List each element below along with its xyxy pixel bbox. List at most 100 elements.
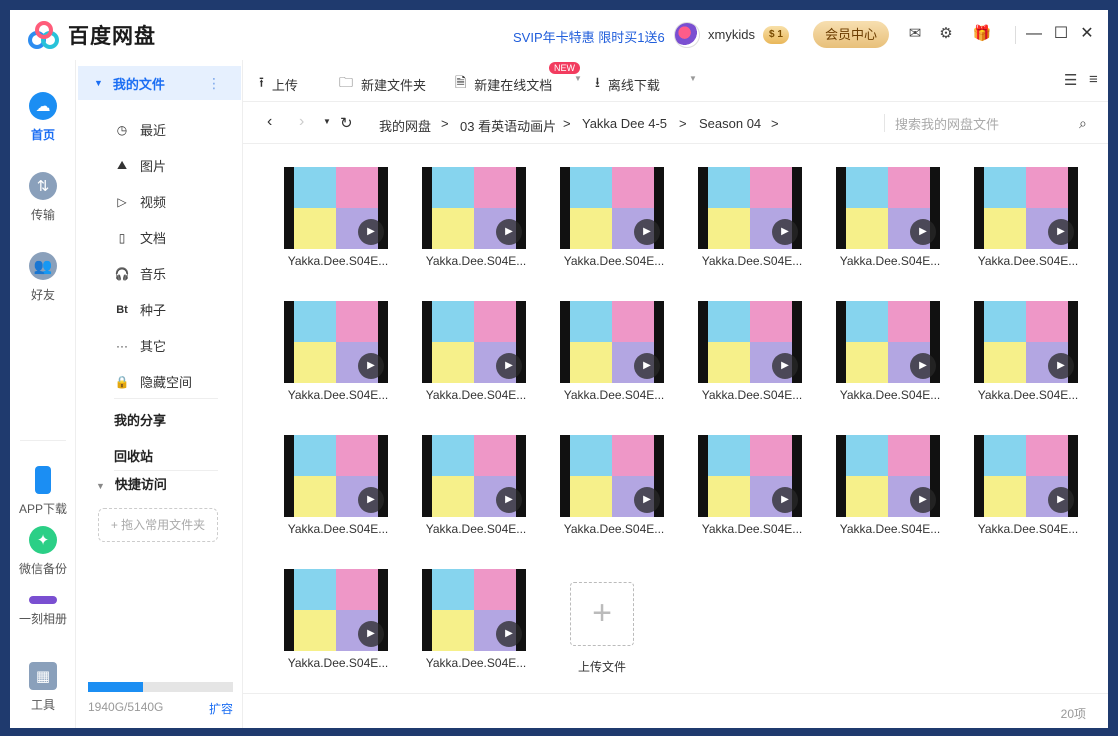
rail-label: 好友 (30, 288, 55, 302)
file-tile[interactable]: ▶ Yakka.Dee.S04E... (828, 288, 940, 412)
play-icon[interactable]: ▶ (910, 487, 936, 513)
upload-file-label: 上传文件 (577, 660, 626, 674)
new-online-doc-button[interactable]: 🗎 新建在线文档 (455, 72, 552, 96)
baidu-netdisk-logo-icon (28, 21, 62, 49)
nav-quick-access[interactable]: ▼ 快捷访问 (96, 474, 167, 493)
list-view-icon[interactable]: ≡ (1089, 71, 1098, 88)
play-icon[interactable]: ▶ (634, 353, 660, 379)
svip-level-badge[interactable]: $ 1 (763, 26, 789, 44)
rail-item-album[interactable]: 一刻相册 (10, 586, 76, 627)
play-icon[interactable]: ▶ (634, 487, 660, 513)
chevron-down-icon[interactable]: ▼ (574, 74, 582, 83)
breadcrumb-item[interactable]: 03 看英语动画片 (460, 116, 556, 135)
file-name: Yakka.Dee.S04E... (839, 254, 941, 268)
search-icon[interactable]: ⌕ (1079, 115, 1087, 132)
file-tile[interactable]: ▶ Yakka.Dee.S04E... (414, 556, 526, 680)
expand-storage-link[interactable]: 扩容 (209, 700, 233, 717)
upload-file-tile[interactable]: + (570, 582, 634, 646)
play-icon[interactable]: ▶ (496, 219, 522, 245)
nav-sub-item[interactable]: ◷ 最近 (114, 120, 166, 139)
play-icon[interactable]: ▶ (634, 219, 660, 245)
search-input[interactable] (895, 112, 1075, 136)
file-tile[interactable]: ▶ Yakka.Dee.S04E... (552, 154, 664, 278)
close-button[interactable]: ✕ (1075, 22, 1099, 46)
rail-item-transfer[interactable]: ⇅ 传输 (10, 172, 76, 223)
file-tile[interactable]: ▶ Yakka.Dee.S04E... (552, 422, 664, 546)
forward-arrow-icon[interactable]: › (299, 113, 304, 131)
file-tile[interactable]: ▶ Yakka.Dee.S04E... (966, 288, 1078, 412)
file-tile[interactable]: ▶ Yakka.Dee.S04E... (690, 422, 802, 546)
play-icon[interactable]: ▶ (1048, 487, 1074, 513)
file-tile[interactable]: ▶ Yakka.Dee.S04E... (414, 422, 526, 546)
play-icon[interactable]: ▶ (358, 621, 384, 647)
rail-item-tools[interactable]: ▦ 工具 (10, 662, 76, 713)
video-thumbnail: ▶ (836, 167, 940, 249)
play-icon[interactable]: ▶ (496, 353, 522, 379)
upload-button[interactable]: ⭱ 上传 (259, 72, 298, 96)
chevron-down-icon[interactable]: ▼ (689, 74, 697, 83)
headphones-icon: 🎧 (114, 266, 130, 281)
file-tile[interactable]: ▶ Yakka.Dee.S04E... (966, 422, 1078, 546)
play-icon[interactable]: ▶ (772, 487, 798, 513)
nav-sub-item[interactable]: 🔒 隐藏空间 (114, 372, 193, 391)
nav-my-share[interactable]: 我的分享 (114, 410, 166, 429)
play-icon[interactable]: ▶ (358, 487, 384, 513)
username[interactable]: xmykids (708, 27, 755, 42)
nav-sub-item[interactable]: ▷ 视频 (114, 192, 166, 211)
nav-my-files[interactable]: ▼ 我的文件 ⋮ (78, 66, 241, 100)
play-icon[interactable]: ▶ (772, 219, 798, 245)
sort-icon[interactable]: ☰ (1064, 71, 1077, 89)
rail-item-home[interactable]: ☁ 首页 (10, 92, 76, 143)
nav-sub-item[interactable]: Bt 种子 (114, 300, 166, 319)
play-icon[interactable]: ▶ (772, 353, 798, 379)
file-tile[interactable]: ▶ Yakka.Dee.S04E... (828, 422, 940, 546)
play-icon[interactable]: ▶ (1048, 353, 1074, 379)
play-icon[interactable]: ▶ (910, 353, 936, 379)
file-tile[interactable]: ▶ Yakka.Dee.S04E... (276, 288, 388, 412)
breadcrumb-item[interactable]: Season 04 (699, 116, 761, 131)
quick-access-drop-zone[interactable]: + 拖入常用文件夹 (98, 508, 218, 542)
file-tile[interactable]: ▶ Yakka.Dee.S04E... (690, 288, 802, 412)
file-tile[interactable]: ▶ Yakka.Dee.S04E... (276, 556, 388, 680)
more-vertical-icon[interactable]: ⋮ (207, 75, 221, 92)
mail-icon[interactable]: ✉ (905, 24, 925, 44)
play-icon[interactable]: ▶ (358, 353, 384, 379)
minimize-button[interactable]: — (1022, 22, 1046, 46)
nav-sub-item[interactable]: 🎧 音乐 (114, 264, 167, 283)
nav-sub-item[interactable]: ··· 其它 (114, 336, 166, 355)
nav-sub-item[interactable]: ⛰ 图片 (114, 156, 166, 175)
settings-gear-icon[interactable]: ⚙ (936, 24, 956, 44)
back-arrow-icon[interactable]: ‹ (267, 113, 272, 131)
file-tile[interactable]: ▶ Yakka.Dee.S04E... (276, 154, 388, 278)
file-tile[interactable]: ▶ Yakka.Dee.S04E... (828, 154, 940, 278)
offline-download-button[interactable]: ⭳ 离线下载 (595, 72, 660, 96)
breadcrumb-item[interactable]: Yakka Dee 4-5 (582, 116, 667, 131)
play-icon[interactable]: ▶ (910, 219, 936, 245)
nav-recycle-bin[interactable]: 回收站 (114, 446, 153, 465)
breadcrumb-item[interactable]: 我的网盘 (379, 116, 431, 135)
rail-label: 工具 (30, 698, 55, 712)
maximize-button[interactable]: ☐ (1049, 22, 1073, 46)
nav-sub-item[interactable]: ▯ 文档 (114, 228, 166, 247)
file-tile[interactable]: ▶ Yakka.Dee.S04E... (414, 154, 526, 278)
refresh-icon[interactable]: ↻ (340, 114, 353, 132)
play-icon[interactable]: ▶ (496, 487, 522, 513)
file-tile[interactable]: ▶ Yakka.Dee.S04E... (552, 288, 664, 412)
rail-divider (20, 440, 66, 441)
rail-item-wechat-backup[interactable]: ✦ 微信备份 (10, 526, 76, 577)
new-folder-button[interactable]: 🗀 新建文件夹 (339, 72, 426, 96)
file-tile[interactable]: ▶ Yakka.Dee.S04E... (414, 288, 526, 412)
play-icon[interactable]: ▶ (1048, 219, 1074, 245)
file-tile[interactable]: ▶ Yakka.Dee.S04E... (276, 422, 388, 546)
gift-icon[interactable]: 🎁 (972, 24, 992, 44)
rail-item-app-download[interactable]: APP下载 (10, 466, 76, 517)
rail-item-friends[interactable]: 👥 好友 (10, 252, 76, 303)
history-dropdown-icon[interactable]: ▼ (323, 117, 331, 126)
file-tile[interactable]: ▶ Yakka.Dee.S04E... (690, 154, 802, 278)
play-icon[interactable]: ▶ (358, 219, 384, 245)
file-tile[interactable]: ▶ Yakka.Dee.S04E... (966, 154, 1078, 278)
member-center-button[interactable]: 会员中心 (813, 21, 889, 48)
svip-promo-link[interactable]: SVIP年卡特惠 限时买1送6 (513, 27, 665, 46)
user-avatar[interactable] (674, 22, 700, 48)
play-icon[interactable]: ▶ (496, 621, 522, 647)
